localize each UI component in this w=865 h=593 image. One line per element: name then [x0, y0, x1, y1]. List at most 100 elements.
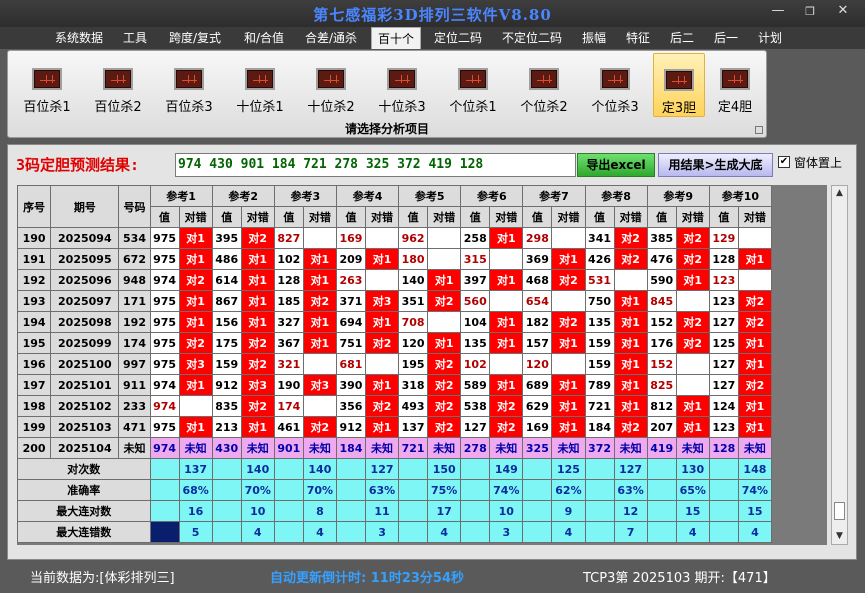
- table-row[interactable]: 200 2025104 未知 974 未知 430 未知 901 未知 184 未知 721 未知 278…: [17, 437, 773, 459]
- cell-seq: 200: [17, 437, 52, 459]
- ribbon-button-tens-kill-3[interactable]: 十位杀3: [371, 53, 433, 117]
- table-row[interactable]: 196 2025100 997 975 对3 159 对2 321 681 195 对2 102 120…: [17, 353, 773, 375]
- cell-ref-value: 159: [584, 332, 615, 354]
- cell-ref-result: 对1: [737, 395, 773, 417]
- subheader-result: 对错: [302, 206, 337, 228]
- cell-period: 2025094: [50, 227, 120, 249]
- cell-ref-value: 180: [398, 248, 429, 270]
- stats-value: 75%: [427, 479, 462, 501]
- cell-ref-result: 未知: [675, 437, 710, 459]
- cell-ref-value: 152: [646, 311, 677, 333]
- vertical-scrollbar[interactable]: ▲ ▼: [831, 185, 848, 545]
- menu-item-diff[interactable]: 合差/通杀: [298, 27, 364, 49]
- cell-ref-result: 对1: [489, 227, 524, 249]
- menu-item-tools[interactable]: 工具: [116, 27, 154, 49]
- ribbon-button-label: 百位杀3: [165, 100, 213, 115]
- minimize-button[interactable]: —: [764, 3, 792, 21]
- stats-spacer: [211, 500, 242, 522]
- header-ref: 参考8: [584, 185, 648, 207]
- table-row[interactable]: 194 2025098 192 975 对1 156 对1 327 对1 694 对1 708 104 对…: [17, 311, 773, 333]
- scroll-up-icon[interactable]: ▲: [832, 186, 847, 201]
- menu-item-feature[interactable]: 特征: [620, 27, 656, 49]
- table-row[interactable]: 195 2025099 174 975 对2 175 对2 367 对1 751 对2 120 对1 13…: [17, 332, 773, 354]
- table-row[interactable]: 192 2025096 948 974 对2 614 对1 128 对1 263 140 对1 397 对…: [17, 269, 773, 291]
- ribbon-button-units-kill-1[interactable]: 个位杀1: [442, 53, 504, 117]
- close-button[interactable]: ✕: [828, 3, 858, 21]
- generate-base-button[interactable]: 用结果>生成大底: [658, 153, 773, 177]
- stats-label: 对次数: [17, 458, 151, 480]
- ribbon-button-units-kill-3[interactable]: 个位杀3: [584, 53, 646, 117]
- stats-spacer: [211, 521, 242, 543]
- ribbon-button-hundreds-kill-1[interactable]: 百位杀1: [16, 53, 78, 117]
- menu-item-positions[interactable]: 百十个: [371, 27, 421, 49]
- ribbon-button-hundreds-kill-2[interactable]: 百位杀2: [87, 53, 149, 117]
- table-row[interactable]: 197 2025101 911 974 对1 912 对3 190 对3 390 对1 318 对2 58…: [17, 374, 773, 396]
- menu-item-system-data[interactable]: 系统数据: [49, 27, 109, 49]
- maximize-button[interactable]: ❐: [796, 5, 824, 23]
- stats-spacer: [708, 458, 739, 480]
- cell-period: 2025103: [50, 416, 120, 438]
- cell-ref-result: 对2: [364, 395, 400, 417]
- table-row[interactable]: 191 2025095 672 975 对1 486 对1 102 对1 209 对1 180 315 3…: [17, 248, 773, 270]
- stats-value: 74%: [737, 479, 773, 501]
- scroll-down-icon[interactable]: ▼: [832, 529, 847, 544]
- header-ref: 参考9: [646, 185, 710, 207]
- cell-ref-value: 419: [646, 437, 677, 459]
- cell-ref-value: 974: [149, 437, 180, 459]
- export-excel-button[interactable]: 导出excel: [577, 153, 655, 177]
- stats-spacer: [522, 479, 553, 501]
- subheader-value: 值: [335, 206, 366, 228]
- subheader-result: 对错: [364, 206, 400, 228]
- cell-ref-value: 102: [273, 248, 304, 270]
- cell-ref-result: 对1: [364, 416, 400, 438]
- cell-ref-value: 721: [398, 437, 429, 459]
- dialog-launcher-icon[interactable]: [755, 126, 763, 134]
- menu-item-position-two[interactable]: 定位二码: [428, 27, 488, 49]
- prediction-result-field[interactable]: 974 430 901 184 721 278 325 372 419 128: [175, 153, 576, 177]
- stats-spacer: [708, 500, 739, 522]
- stats-value: 3: [364, 521, 400, 543]
- table-row[interactable]: 199 2025103 471 975 对1 213 对1 461 对2 912 对1 137 对2 12…: [17, 416, 773, 438]
- menu-item-sum[interactable]: 和/合值: [236, 27, 292, 49]
- cell-ref-value: 486: [211, 248, 242, 270]
- menu-item-amplitude[interactable]: 振幅: [576, 27, 612, 49]
- cell-ref-value: 974: [149, 395, 180, 417]
- menu-bar: 系统数据 工具 跨度/复式 和/合值 合差/通杀 百十个 定位二码 不定位二码 …: [0, 27, 865, 49]
- cell-ref-value: 385: [646, 227, 677, 249]
- cell-period: 2025100: [50, 353, 120, 375]
- ribbon-button-fix-4-bile[interactable]: 定4胆: [709, 53, 761, 117]
- cell-ref-result: 对2: [675, 227, 710, 249]
- cell-ref-result: 对2: [675, 248, 710, 270]
- scrollbar-thumb[interactable]: [834, 502, 845, 520]
- cell-ref-value: 901: [273, 437, 304, 459]
- table-row[interactable]: 190 2025094 534 975 对1 395 对2 827 169 962 258 对1 298…: [17, 227, 773, 249]
- cell-seq: 194: [17, 311, 52, 333]
- subheader-value: 值: [522, 206, 553, 228]
- ribbon-button-hundreds-kill-3[interactable]: 百位杀3: [158, 53, 220, 117]
- ribbon-button-fix-3-bile[interactable]: 定3胆: [653, 53, 705, 117]
- stats-spacer: [398, 500, 429, 522]
- menu-item-unposition-two[interactable]: 不定位二码: [496, 27, 568, 49]
- cell-ref-result: [178, 395, 213, 417]
- header-number: 号码: [118, 185, 151, 228]
- window-on-top-checkbox[interactable]: ✔: [778, 156, 790, 168]
- ribbon-button-units-kill-2[interactable]: 个位杀2: [513, 53, 575, 117]
- ribbon-button-tens-kill-2[interactable]: 十位杀2: [300, 53, 362, 117]
- cell-number: 948: [118, 269, 151, 291]
- table-row[interactable]: 193 2025097 171 975 对1 867 对1 185 对2 371 对3 351 对2 56…: [17, 290, 773, 312]
- menu-item-last-one[interactable]: 后一: [708, 27, 744, 49]
- cell-ref-result: 对2: [489, 416, 524, 438]
- cell-seq: 195: [17, 332, 52, 354]
- ribbon-button-tens-kill-1[interactable]: 十位杀1: [229, 53, 291, 117]
- cell-ref-result: 对1: [737, 332, 773, 354]
- stats-value: 4: [675, 521, 710, 543]
- table-row[interactable]: 198 2025102 233 974 835 对2 174 356 对2 493 对2 538 对2 6…: [17, 395, 773, 417]
- menu-item-span[interactable]: 跨度/复式: [163, 27, 227, 49]
- menu-item-plan[interactable]: 计划: [752, 27, 788, 49]
- cell-number: 未知: [118, 437, 151, 459]
- cell-period: 2025095: [50, 248, 120, 270]
- cell-ref-result: 对1: [737, 353, 773, 375]
- stats-label: 最大连错数: [17, 521, 151, 543]
- menu-item-last-two[interactable]: 后二: [664, 27, 700, 49]
- cell-ref-result: 对1: [489, 311, 524, 333]
